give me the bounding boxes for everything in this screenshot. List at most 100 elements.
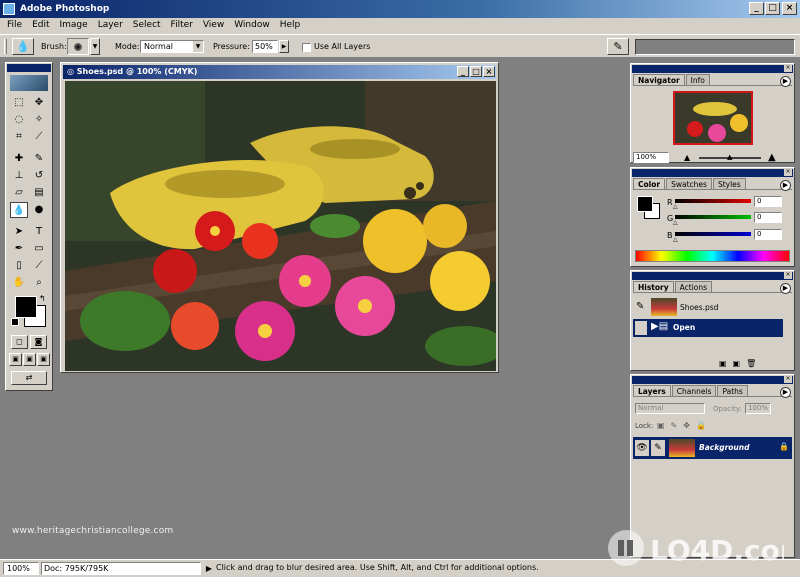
use-all-layers-checkbox[interactable] [302,43,311,52]
adobe-online-icon[interactable] [10,75,48,91]
slice-tool-icon[interactable]: ⟋ [30,129,48,145]
doc-maximize-button[interactable]: □ [470,66,482,77]
blur-tool-preset-icon[interactable]: 💧 [12,38,34,55]
brush-dropdown-icon[interactable]: ▼ [90,38,100,55]
history-brush-source-icon[interactable]: ✎ [636,301,644,312]
r-slider-thumb-icon[interactable]: △ [673,203,678,210]
menu-window[interactable]: Window [229,18,275,34]
doc-minimize-button[interactable]: _ [457,66,469,77]
blend-mode-select[interactable]: Normal [635,403,705,414]
standard-mode-icon[interactable]: ◻ [11,335,28,349]
menu-image[interactable]: Image [55,18,93,34]
g-slider-thumb-icon[interactable]: △ [673,219,678,226]
pressure-input[interactable]: 50% [252,40,278,53]
menu-filter[interactable]: Filter [166,18,198,34]
close-button[interactable]: × [782,2,797,15]
zoom-in-icon[interactable]: ▲ [768,152,776,163]
navigator-menu-icon[interactable]: ▶ [780,76,791,87]
navigator-zoom-input[interactable]: 100% [633,152,669,163]
b-slider-thumb-icon[interactable]: △ [673,236,678,243]
minimize-button[interactable]: _ [749,2,764,15]
screen-mode-standard-icon[interactable]: ▣ [9,353,22,366]
swap-colors-icon[interactable]: ↰ [39,294,46,303]
zoom-slider-thumb-icon[interactable]: ▲ [727,153,732,161]
history-footer-buttons[interactable]: ▣▣🗑 [719,359,762,368]
history-brush-tool-icon[interactable]: ↺ [30,168,48,184]
lasso-tool-icon[interactable]: ◌ [10,112,28,128]
magic-wand-tool-icon[interactable]: ✧ [30,112,48,128]
rectangle-tool-icon[interactable]: ▭ [30,241,48,257]
brush-preview[interactable] [67,38,89,55]
tab-channels[interactable]: Channels [671,385,717,396]
hand-tool-icon[interactable]: ✋ [10,275,28,291]
color-ramp[interactable] [635,250,790,262]
eraser-tool-icon[interactable]: ▱ [10,185,28,201]
g-slider[interactable] [675,215,751,219]
blur-tool-icon[interactable]: 💧 [10,202,28,218]
menu-view[interactable]: View [198,18,229,34]
layer-brush-icon[interactable]: ✎ [651,440,665,456]
zoom-out-icon[interactable]: ▲ [684,153,690,162]
opacity-input[interactable]: 100% [745,403,771,414]
lock-options[interactable]: ▣✎✥🔒 [657,421,712,430]
gradient-tool-icon[interactable]: ▤ [30,185,48,201]
screen-mode-full-menu-icon[interactable]: ▣ [23,353,36,366]
menu-layer[interactable]: Layer [93,18,128,34]
history-menu-icon[interactable]: ▶ [780,283,791,294]
marquee-tool-icon[interactable]: ⬚ [10,95,28,111]
panel-close-icon[interactable]: × [784,64,792,72]
tab-navigator[interactable]: Navigator [633,74,685,85]
status-menu-arrow-icon[interactable]: ▶ [206,563,212,574]
jump-to-imageready-icon[interactable]: ⇄ [11,371,47,385]
path-selection-tool-icon[interactable]: ➤ [10,224,28,240]
quick-mask-icon[interactable]: ◙ [30,335,47,349]
tab-swatches[interactable]: Swatches [666,178,712,189]
panel-close-icon[interactable]: × [784,375,792,383]
r-value-input[interactable]: 0 [754,196,782,207]
g-value-input[interactable]: 0 [754,212,782,223]
palette-toggle-icon[interactable]: ✎ [607,38,629,55]
color-menu-icon[interactable]: ▶ [780,180,791,191]
layers-menu-icon[interactable]: ▶ [780,387,791,398]
tab-styles[interactable]: Styles [712,178,746,189]
tab-info[interactable]: Info [685,74,710,85]
foreground-color-swatch[interactable] [15,296,37,318]
tab-history[interactable]: History [633,281,674,292]
b-value-input[interactable]: 0 [754,229,782,240]
layer-row-background[interactable]: 👁 ✎ Background 🔒 [633,437,792,459]
eyedropper-tool-icon[interactable]: ⟋ [30,258,48,274]
brush-tool-icon[interactable]: ✎ [30,151,48,167]
crop-tool-icon[interactable]: ⌗ [10,129,28,145]
pen-tool-icon[interactable]: ✒ [10,241,28,257]
default-colors-icon[interactable] [11,318,19,326]
navigator-thumbnail[interactable] [673,91,753,145]
move-tool-icon[interactable]: ✥ [30,95,48,111]
pressure-slider-button[interactable]: ▶ [279,40,289,53]
menu-file[interactable]: File [2,18,27,34]
menu-edit[interactable]: Edit [27,18,54,34]
panel-close-icon[interactable]: × [784,271,792,279]
menu-select[interactable]: Select [128,18,166,34]
b-slider[interactable] [675,232,751,236]
tab-color[interactable]: Color [633,178,666,189]
color-foreground-swatch[interactable] [637,196,653,212]
zoom-tool-icon[interactable]: ⌕ [30,275,48,291]
status-zoom[interactable]: 100% [3,562,39,575]
tab-paths[interactable]: Paths [717,385,748,396]
layer-visibility-eye-icon[interactable]: 👁 [635,440,649,456]
tab-actions[interactable]: Actions [674,281,713,292]
history-step-source-box[interactable] [635,321,647,335]
image-canvas[interactable] [65,81,496,371]
maximize-button[interactable]: □ [765,2,780,15]
healing-brush-tool-icon[interactable]: ✚ [10,151,28,167]
document-titlebar[interactable]: ◎ Shoes.psd @ 100% (CMYK) _ □ × [63,65,496,79]
history-snapshot-row[interactable]: ✎ Shoes.psd [633,297,792,319]
history-step-row[interactable]: ▶▤ Open [633,319,783,337]
screen-mode-full-icon[interactable]: ▣ [37,353,50,366]
dodge-tool-icon[interactable]: ● [30,202,48,218]
panel-close-icon[interactable]: × [784,168,792,176]
tab-layers[interactable]: Layers [633,385,671,396]
type-tool-icon[interactable]: T [30,224,48,240]
r-slider[interactable] [675,199,751,203]
clone-stamp-tool-icon[interactable]: ⊥ [10,168,28,184]
